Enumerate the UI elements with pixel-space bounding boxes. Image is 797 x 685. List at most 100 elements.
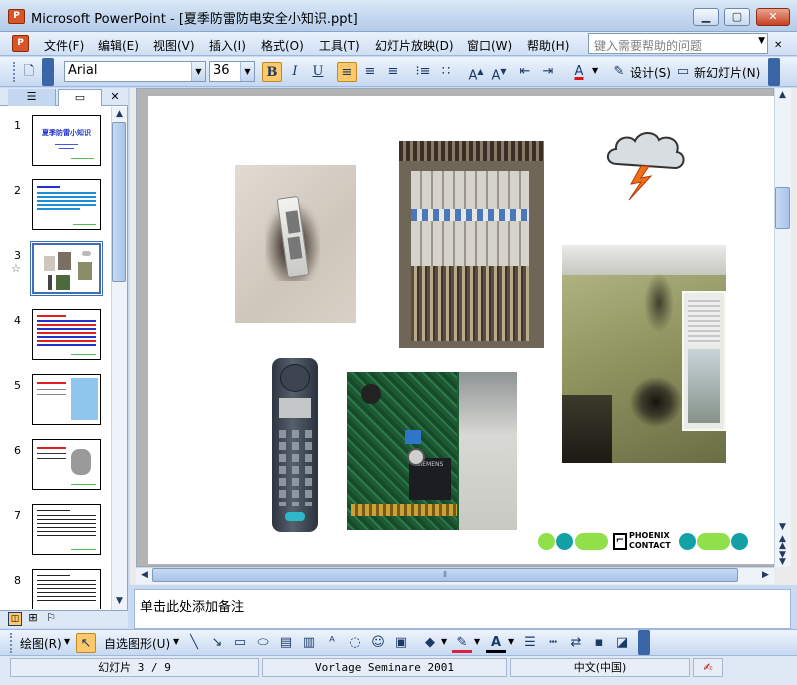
help-search-input[interactable]: 键入需要帮助的问题 ▼ bbox=[588, 33, 768, 54]
increase-font-icon[interactable]: A▲ bbox=[466, 62, 486, 83]
scroll-up-icon[interactable]: ▲ bbox=[775, 88, 790, 103]
menu-slideshow[interactable]: 幻灯片放映(D) bbox=[373, 37, 456, 54]
scroll-left-icon[interactable]: ◀ bbox=[137, 568, 152, 583]
slideshow-view-icon[interactable]: ⚐ bbox=[44, 612, 58, 626]
italic-button[interactable]: I bbox=[285, 62, 305, 82]
rectangle-tool-icon[interactable]: ▭ bbox=[230, 633, 250, 653]
slide-thumbnail-7[interactable] bbox=[32, 504, 101, 555]
menu-insert[interactable]: 插入(I) bbox=[207, 37, 248, 54]
menu-format[interactable]: 格式(O) bbox=[259, 37, 306, 54]
toolbar-options-icon[interactable] bbox=[42, 58, 54, 86]
bullets-icon[interactable]: ∷ bbox=[436, 62, 456, 82]
3d-style-icon[interactable]: ◪ bbox=[612, 633, 632, 653]
toolbar-options-icon[interactable] bbox=[768, 58, 780, 86]
toolbar-options-icon[interactable] bbox=[638, 630, 650, 655]
horizontal-scroll-thumb[interactable]: ⦀ bbox=[152, 568, 738, 582]
new-document-icon[interactable]: 🗋 bbox=[19, 62, 39, 82]
design-icon[interactable]: ✎ bbox=[609, 62, 629, 82]
draw-font-color-icon[interactable]: A bbox=[486, 633, 506, 653]
shadow-style-icon[interactable]: ▪ bbox=[589, 633, 609, 653]
telephone-handset-photo[interactable] bbox=[266, 358, 324, 532]
autoshapes-button[interactable]: 自选图形(U) bbox=[104, 635, 170, 652]
align-right-icon[interactable]: ≡ bbox=[383, 62, 403, 82]
vertical-text-box-icon[interactable]: ▥ bbox=[299, 633, 319, 653]
increase-indent-icon[interactable]: ⇥ bbox=[538, 62, 558, 82]
powerpoint-app-icon[interactable]: P bbox=[8, 9, 25, 24]
chevron-down-icon[interactable]: ▼ bbox=[474, 637, 480, 646]
chevron-down-icon[interactable]: ▼ bbox=[508, 637, 514, 646]
fill-color-icon[interactable]: ◆ bbox=[420, 633, 440, 653]
new-slide-button[interactable]: 新幻灯片(N) bbox=[694, 64, 760, 81]
line-color-icon[interactable]: ✎ bbox=[452, 633, 472, 653]
scroll-up-icon[interactable]: ▲ bbox=[112, 107, 127, 122]
slide-3[interactable]: SIEMENS ⌐ PHOENIX CONTACT bbox=[148, 96, 774, 564]
scroll-down-icon[interactable]: ▼ bbox=[775, 520, 790, 535]
chevron-down-icon[interactable]: ▼ bbox=[240, 62, 254, 81]
restore-button[interactable]: ▢ bbox=[724, 8, 750, 26]
thunder-cloud-icon[interactable] bbox=[603, 126, 689, 204]
slide-thumbnail-1[interactable]: 夏季防雷小知识 bbox=[32, 115, 101, 166]
design-button[interactable]: 设计(S) bbox=[630, 64, 671, 81]
arrow-tool-icon[interactable]: ↘ bbox=[207, 633, 227, 653]
menu-tools[interactable]: 工具(T) bbox=[317, 37, 362, 54]
oval-tool-icon[interactable]: ⬭ bbox=[253, 633, 273, 653]
underline-button[interactable]: U bbox=[308, 62, 328, 82]
slide-thumbnail-2[interactable] bbox=[32, 179, 101, 230]
clip-art-icon[interactable]: ☺ bbox=[368, 633, 388, 653]
notes-pane[interactable]: 单击此处添加备注 bbox=[134, 589, 791, 629]
slides-tab[interactable]: ▭ bbox=[58, 89, 102, 106]
burnt-switch-photo[interactable] bbox=[235, 165, 356, 323]
slide-vertical-scrollbar[interactable] bbox=[774, 88, 791, 567]
line-tool-icon[interactable]: ╲ bbox=[184, 633, 204, 653]
scroll-right-icon[interactable]: ▶ bbox=[758, 568, 773, 583]
damaged-room-photo[interactable] bbox=[562, 245, 726, 463]
outline-tab[interactable]: ☰ bbox=[8, 89, 56, 106]
spelling-status-icon[interactable]: ✍ bbox=[693, 658, 723, 677]
font-size-select[interactable]: 36 ▼ bbox=[209, 61, 255, 82]
menu-file[interactable]: 文件(F) bbox=[42, 37, 86, 54]
chevron-down-icon[interactable]: ▼ bbox=[64, 637, 70, 646]
menu-view[interactable]: 视图(V) bbox=[151, 37, 197, 54]
new-slide-icon[interactable]: ▭ bbox=[673, 62, 693, 82]
close-button[interactable]: ✕ bbox=[756, 8, 790, 26]
menu-edit[interactable]: 编辑(E) bbox=[96, 37, 141, 54]
menu-help[interactable]: 帮助(H) bbox=[525, 37, 571, 54]
align-center-icon[interactable]: ≡ bbox=[360, 62, 380, 82]
slide-thumbnail-4[interactable] bbox=[32, 309, 101, 360]
bold-button[interactable]: B bbox=[262, 62, 282, 82]
circuit-board-photo[interactable]: SIEMENS bbox=[347, 372, 517, 530]
scroll-down-icon[interactable]: ▼ bbox=[112, 594, 127, 609]
minimize-button[interactable]: ▁ bbox=[693, 8, 719, 26]
select-objects-icon[interactable]: ↖ bbox=[76, 633, 96, 653]
chevron-down-icon[interactable]: ▼ bbox=[758, 36, 765, 46]
previous-slide-icon[interactable]: ▲ ▲ bbox=[775, 535, 790, 551]
document-icon[interactable]: P bbox=[12, 35, 29, 52]
normal-view-icon[interactable]: ◫ bbox=[8, 612, 22, 626]
toolbar-grip[interactable] bbox=[13, 62, 16, 82]
text-box-icon[interactable]: ▤ bbox=[276, 633, 296, 653]
next-slide-icon[interactable]: ▼ ▼ bbox=[775, 551, 790, 567]
toolbar-grip[interactable] bbox=[10, 633, 13, 653]
wordart-icon[interactable]: ᴬ bbox=[322, 633, 342, 653]
insert-picture-icon[interactable]: ▣ bbox=[391, 633, 411, 653]
font-name-select[interactable]: Arial ▼ bbox=[64, 61, 206, 82]
line-style-icon[interactable]: ☰ bbox=[520, 633, 540, 653]
menu-close-icon[interactable]: ✕ bbox=[774, 40, 782, 51]
font-color-icon[interactable]: A bbox=[569, 62, 589, 82]
decrease-indent-icon[interactable]: ⇤ bbox=[515, 62, 535, 82]
menu-window[interactable]: 窗口(W) bbox=[465, 37, 514, 54]
chevron-down-icon[interactable]: ▼ bbox=[441, 637, 447, 646]
chevron-down-icon[interactable]: ▼ bbox=[592, 66, 598, 75]
arrow-style-icon[interactable]: ⇄ bbox=[566, 633, 586, 653]
distribution-box-photo[interactable] bbox=[399, 141, 544, 348]
chevron-down-icon[interactable]: ▼ bbox=[191, 62, 205, 81]
slide-thumbnail-5[interactable] bbox=[32, 374, 101, 425]
slides-scroll-thumb[interactable] bbox=[112, 122, 126, 282]
diagram-icon[interactable]: ◌ bbox=[345, 633, 365, 653]
slide-thumbnail-3[interactable] bbox=[30, 241, 103, 296]
slide-scroll-thumb[interactable] bbox=[775, 187, 790, 229]
slide-sorter-icon[interactable]: ⊞ bbox=[26, 612, 40, 626]
decrease-font-icon[interactable]: A▼ bbox=[489, 62, 509, 83]
dash-style-icon[interactable]: ┅ bbox=[543, 633, 563, 653]
numbering-icon[interactable]: ⁝≡ bbox=[413, 62, 433, 82]
